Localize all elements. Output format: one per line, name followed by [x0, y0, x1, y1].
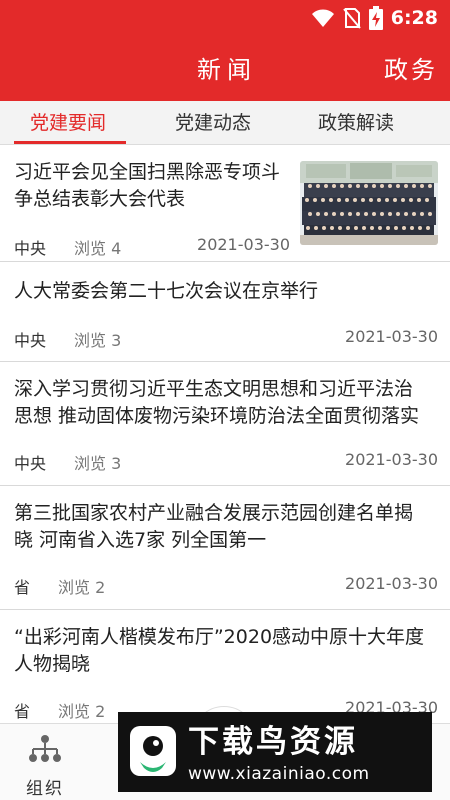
news-thumbnail: [300, 161, 438, 245]
news-title-line: 习近平会见全国扫黑除恶专项斗: [14, 161, 281, 183]
bird-logo-icon: [130, 726, 176, 776]
news-title: 第三批国家农村产业融合发展示范园创建名单揭 晓 河南省入选7家 列全国第一: [14, 500, 439, 554]
watermark-url: www.xiazainiao.com: [188, 764, 370, 784]
news-title: 人大常委会第二十七次会议在京举行: [14, 278, 434, 305]
tab-policy-interpretation[interactable]: 政策解读: [318, 108, 394, 135]
news-title-line: 人物揭晓: [14, 653, 91, 675]
news-meta: 省 浏览 2: [14, 574, 105, 598]
news-item[interactable]: 深入学习贯彻习近平生态文明思想和习近平法治 思想 推动固体废物污染环境防治法全面…: [0, 362, 450, 486]
news-views: 浏览 2: [58, 578, 106, 597]
no-sim-icon: [342, 8, 361, 29]
news-item[interactable]: 人大常委会第二十七次会议在京举行 中央 浏览 3 2021-03-30: [0, 262, 450, 362]
news-title-line: 晓 河南省入选7家 列全国第一: [14, 529, 267, 551]
news-item[interactable]: 第三批国家农村产业融合发展示范园创建名单揭 晓 河南省入选7家 列全国第一 省 浏…: [0, 486, 450, 610]
news-meta: 中央 浏览 3: [14, 450, 121, 474]
group-photo-image: [300, 161, 438, 245]
status-time: 6:28: [390, 7, 438, 29]
news-date: 2021-03-30: [197, 235, 290, 254]
status-bar: 6:28: [0, 0, 450, 34]
news-meta: 中央 浏览 3: [14, 327, 121, 351]
watermark-banner: 下载鸟资源 www.xiazainiao.com: [118, 712, 432, 792]
tab-party-dynamics[interactable]: 党建动态: [175, 108, 251, 135]
news-date: 2021-03-30: [345, 574, 438, 593]
news-title-line: “出彩河南人楷模发布厅”2020感动中原十大年度: [14, 626, 425, 648]
news-title: 习近平会见全国扫黑除恶专项斗 争总结表彰大会代表: [14, 159, 294, 213]
nav-item-label: 组织: [26, 779, 64, 799]
news-title-line: 人大常委会第二十七次会议在京举行: [14, 280, 319, 302]
news-source: 中央: [14, 331, 47, 350]
news-item[interactable]: 习近平会见全国扫黑除恶专项斗 争总结表彰大会代表 中央 浏览 4 2021-03…: [0, 145, 450, 262]
news-source: 省: [14, 578, 31, 597]
news-title-tab[interactable]: 新闻: [197, 50, 257, 85]
watermark-text: 下载鸟资源: [188, 724, 358, 760]
news-meta: 中央 浏览 4: [14, 235, 121, 259]
news-title-line: 思想 推动固体废物污染环境防治法全面贯彻落实: [14, 405, 420, 427]
news-views: 浏览 2: [58, 702, 106, 721]
app-header: 6:28 新闻 政务: [0, 0, 450, 101]
news-title: 深入学习贯彻习近平生态文明思想和习近平法治 思想 推动固体废物污染环境防治法全面…: [14, 376, 439, 430]
news-meta: 省 浏览 2: [14, 698, 105, 722]
news-source: 中央: [14, 239, 47, 258]
status-icons: 6:28: [311, 6, 438, 30]
news-list: 习近平会见全国扫黑除恶专项斗 争总结表彰大会代表 中央 浏览 4 2021-03…: [0, 145, 450, 723]
nav-item-organization[interactable]: 组织: [20, 734, 70, 799]
news-title: “出彩河南人楷模发布厅”2020感动中原十大年度 人物揭晓: [14, 624, 439, 678]
news-source: 中央: [14, 454, 47, 473]
news-views: 浏览 3: [74, 331, 122, 350]
news-title-line: 第三批国家农村产业融合发展示范园创建名单揭: [14, 502, 414, 524]
news-title-line: 深入学习贯彻习近平生态文明思想和习近平法治: [14, 378, 414, 400]
news-date: 2021-03-30: [345, 450, 438, 469]
org-chart-icon: [29, 735, 61, 762]
government-title-tab[interactable]: 政务: [384, 50, 438, 85]
wifi-icon: [311, 9, 334, 27]
tab-party-news[interactable]: 党建要闻: [30, 108, 106, 135]
news-views: 浏览 3: [74, 454, 122, 473]
news-title-line: 争总结表彰大会代表: [14, 188, 186, 210]
news-date: 2021-03-30: [345, 327, 438, 346]
news-source: 省: [14, 702, 31, 721]
battery-charging-icon: [368, 6, 383, 30]
news-views: 浏览 4: [74, 239, 122, 258]
category-tabs: 党建要闻 党建动态 政策解读: [0, 101, 450, 145]
